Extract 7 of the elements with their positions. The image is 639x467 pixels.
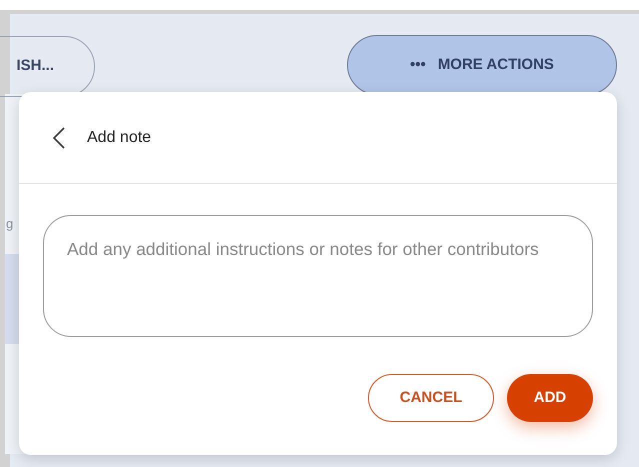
background-text: g — [6, 215, 14, 233]
note-field[interactable]: Add any additional instructions or notes for other contributors — [43, 215, 593, 337]
back-icon[interactable] — [53, 126, 65, 148]
popover-title: Add note — [87, 128, 152, 148]
more-actions-button[interactable]: ••• MORE ACTIONS — [347, 35, 617, 95]
add-button[interactable]: ADD — [507, 374, 593, 422]
cancel-button[interactable]: CANCEL — [368, 374, 494, 422]
